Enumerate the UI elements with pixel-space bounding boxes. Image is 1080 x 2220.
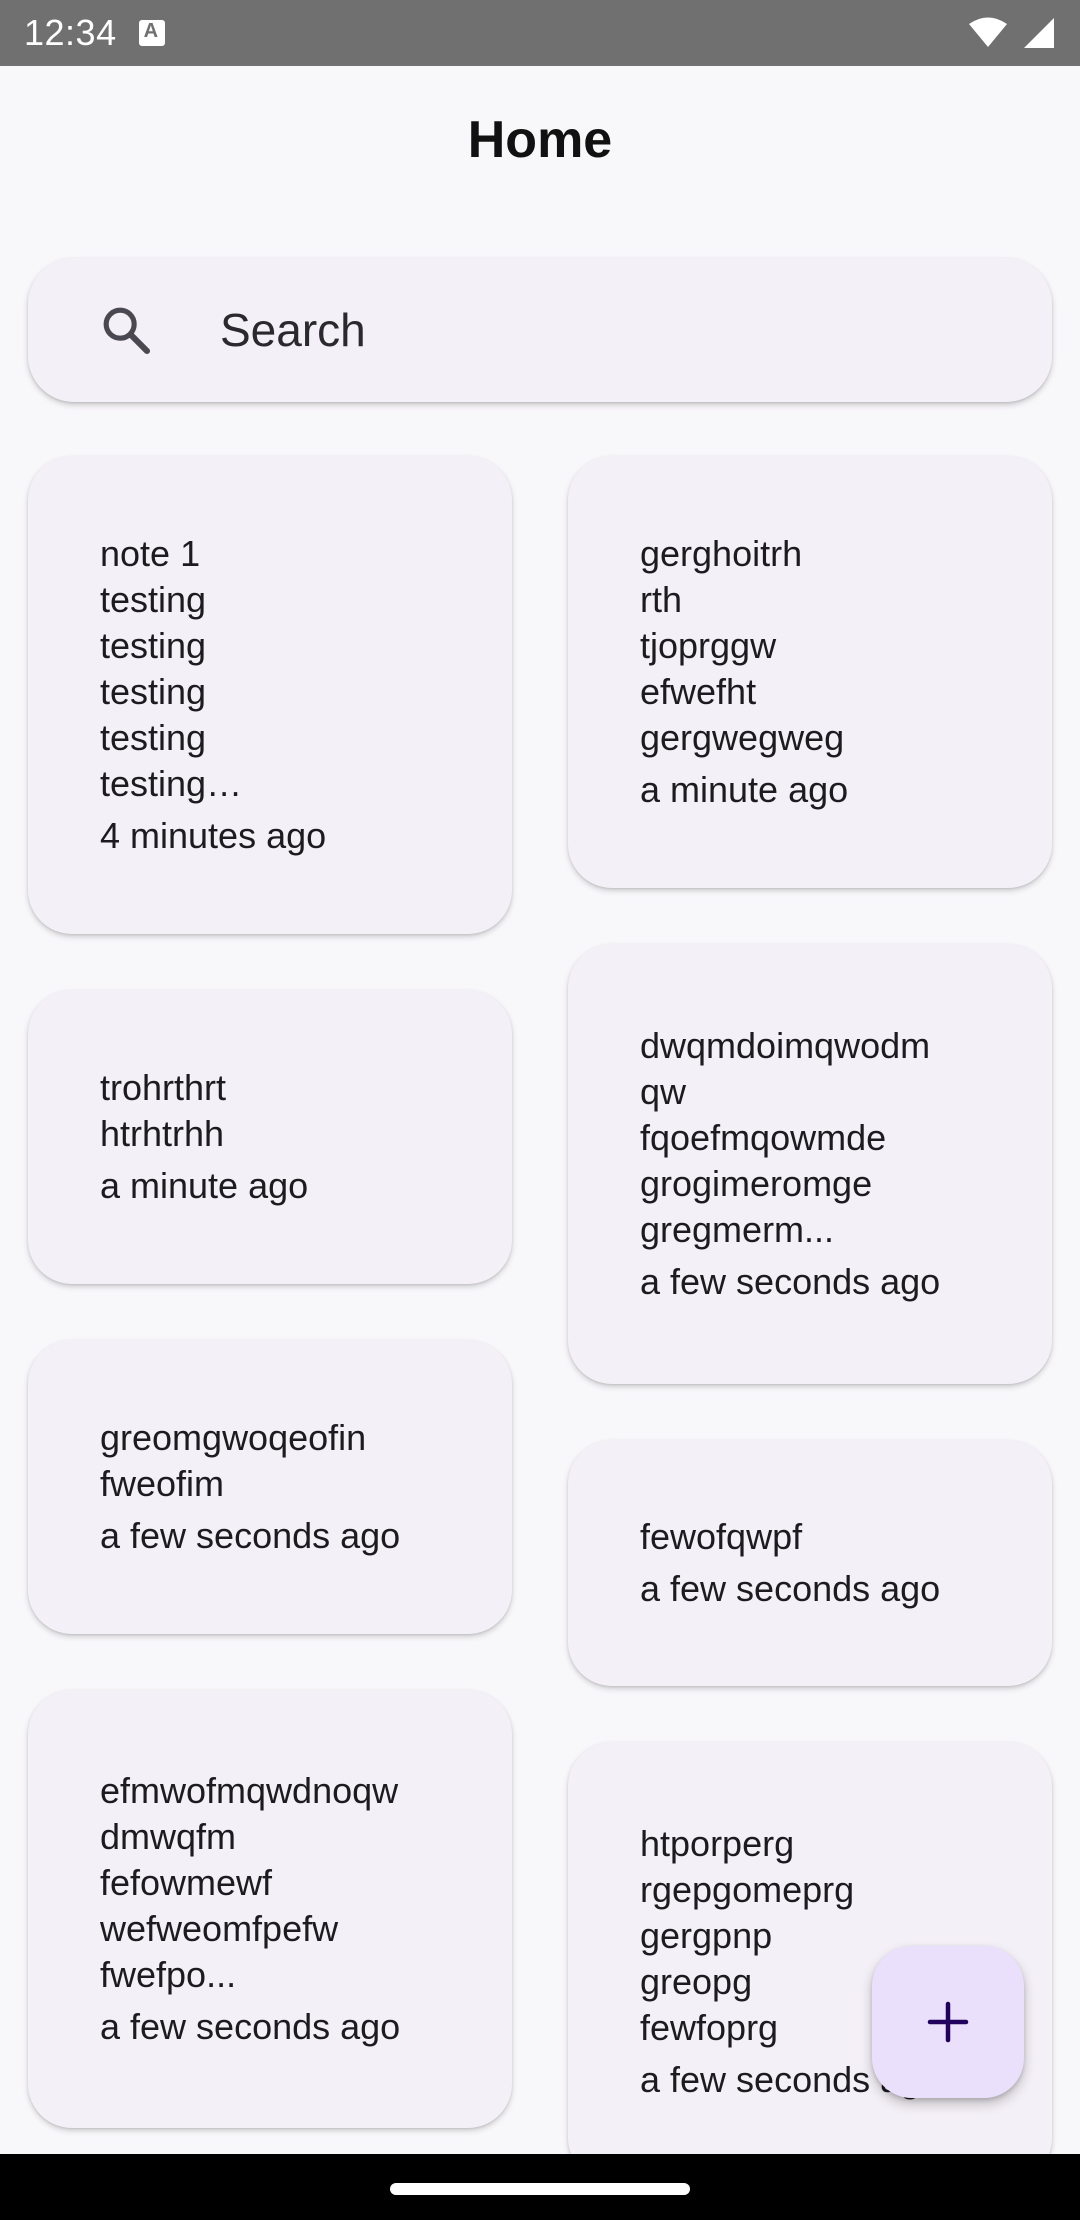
wifi-icon: [969, 17, 1007, 47]
note-card[interactable]: dwqmdoimqwodm qw fqoefmqowmde grogimerom…: [568, 944, 1052, 1384]
note-timestamp: a minute ago: [100, 1165, 309, 1206]
note-timestamp: a few seconds ago: [640, 1568, 941, 1609]
note-text: fewofqwpf: [640, 1516, 803, 1557]
status-time: 12:34: [24, 12, 117, 53]
search-input[interactable]: [220, 303, 920, 357]
home-indicator[interactable]: [390, 2183, 690, 2195]
note-card[interactable]: greomgwoqeofin fweofim a few seconds ago: [28, 1340, 512, 1634]
note-timestamp: a few seconds ago: [640, 1261, 941, 1302]
search-icon: [103, 307, 151, 355]
note-card[interactable]: efmwofmqwdnoqw dmwqfm fefowmewf wefweomf…: [28, 1690, 512, 2128]
note-text: gerghoitrh rth tjoprggw efwefht gergwegw…: [640, 533, 845, 758]
notification-a-icon: [138, 20, 165, 46]
note-card[interactable]: gerghoitrh rth tjoprggw efwefht gergwegw…: [568, 456, 1052, 888]
note-text: dwqmdoimqwodm qw fqoefmqowmde grogimerom…: [640, 1025, 931, 1250]
signal-icon: [1024, 18, 1054, 48]
note-card[interactable]: note 1 testing testing testing testing t…: [28, 456, 512, 934]
note-timestamp: 4 minutes ago: [100, 815, 327, 856]
page-title: Home: [467, 111, 613, 169]
note-text: greomgwoqeofin fweofim: [100, 1417, 367, 1504]
plus-icon: [927, 2001, 969, 2043]
add-note-button[interactable]: [872, 1946, 1024, 2098]
note-timestamp: a few seconds ago: [100, 2006, 401, 2047]
note-card[interactable]: trohrthrt htrhtrhh a minute ago: [28, 990, 512, 1284]
status-bar: 12:34: [0, 0, 1080, 66]
note-text: trohrthrt htrhtrhh: [100, 1067, 227, 1154]
status-indicators: [968, 16, 1056, 50]
note-text: note 1 testing testing testing testing t…: [100, 533, 243, 804]
note-timestamp: a few seconds ago: [100, 1515, 401, 1556]
note-timestamp: a minute ago: [640, 769, 849, 810]
note-text: efmwofmqwdnoqw dmwqfm fefowmewf wefweomf…: [100, 1770, 399, 1995]
note-card[interactable]: fewofqwpf a few seconds ago: [568, 1440, 1052, 1686]
search-bar[interactable]: [28, 258, 1052, 402]
